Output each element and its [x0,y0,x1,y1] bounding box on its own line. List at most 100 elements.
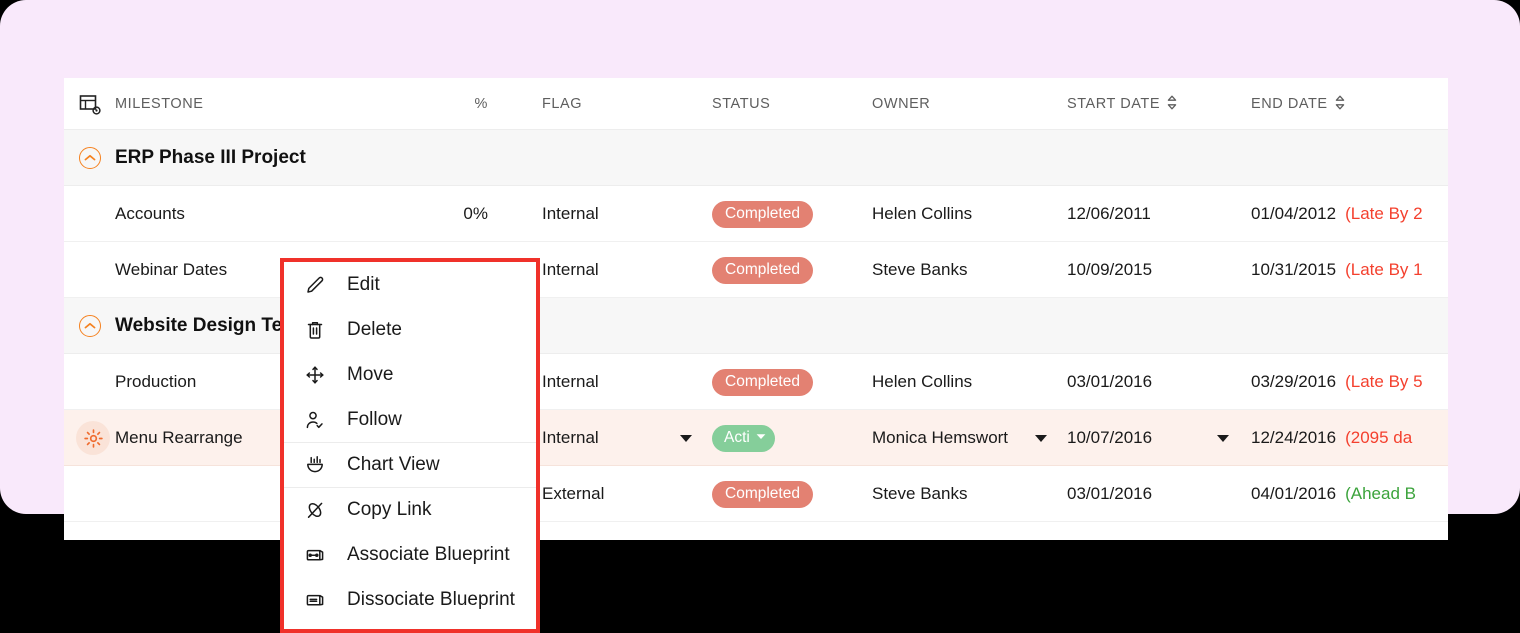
end-date-value: 12/24/2016 [1251,428,1337,447]
context-menu-item-label: Chart View [347,454,440,475]
table-row[interactable]: Accounts 0% Internal Completed Helen Collins… [64,186,1448,242]
end-date-note: (2095 da [1345,428,1413,447]
chevron-up-circle-icon[interactable] [79,315,101,337]
owner-dropdown-caret-icon[interactable] [1035,410,1047,466]
table-row[interactable]: Webinar Dates Internal Completed Steve Bank… [64,242,1448,298]
context-menu-item-label: Copy Link [347,499,432,520]
cell-start-date: 12/06/2011 [1067,204,1151,223]
column-header-label: % [474,96,488,112]
cell-owner: Helen Collins [872,372,973,391]
table-group-row[interactable]: Website Design Te [64,298,1448,354]
status-badge-label: Completed [725,485,800,502]
cell-start-date: 03/01/2016 [1067,484,1153,503]
cell-status: Completed [712,186,862,242]
table-row[interactable]: External Completed Steve Banks 03/01/2016 04… [64,466,1448,522]
status-badge[interactable]: Acti [712,424,775,452]
milestones-table: MILESTONE% FLAG STATUS OWNER START DATE END D… [64,78,1448,540]
status-badge: Completed [712,256,813,284]
cell-status: Acti [712,410,862,466]
context-menu-item-label: Edit [347,273,380,295]
context-menu-item-label: Move [347,363,394,385]
context-menu-item-label: Delete [347,318,402,340]
context-menu-item-chart-view[interactable]: Chart View [284,442,536,487]
cell-end-date: 03/29/2016 (Late By 5 [1251,354,1448,410]
end-date-note: (Late By 5 [1345,372,1423,391]
column-header-label: STATUS [712,96,771,112]
status-badge: Completed [712,368,813,396]
cell-end-date: 10/31/2015 (Late By 1 [1251,242,1448,298]
context-menu-item-label: Dissociate Blueprint [347,588,515,610]
cell-owner: Helen Collins [872,204,973,223]
table-row[interactable]: Menu Rearrange Internal Acti Monica Hemswor… [64,410,1448,466]
cell-status: Completed [712,466,862,522]
status-badge-label: Completed [725,261,800,278]
end-date-value: 03/29/2016 [1251,372,1337,391]
column-header-label: MILESTONE [115,96,204,112]
blueprint-icon [302,544,328,566]
column-header-owner: OWNER [872,78,1052,130]
column-header-status: STATUS [712,78,862,130]
column-header-flag: FLAG [542,78,692,130]
person-check-icon [302,409,328,431]
context-menu-item-follow[interactable]: Follow [284,397,536,442]
screenshot-stage: MILESTONE% FLAG STATUS OWNER START DATE END D… [0,0,1520,633]
cell-flag: Internal [542,372,599,391]
end-date-value: 01/04/2012 [1251,204,1337,223]
column-header-end_date[interactable]: END DATE [1251,78,1448,130]
cell-status: Completed [712,242,862,298]
context-menu-item-associate-blueprint[interactable]: Associate Blueprint [284,532,536,577]
end-date-note: (Ahead B [1345,484,1416,503]
end-date-value: 04/01/2016 [1251,484,1337,503]
cell-owner: Monica Hemswort [872,428,1009,447]
column-header-label: OWNER [872,96,931,112]
trash-icon [302,319,328,341]
context-menu[interactable]: Edit Delete Move Follow Chart View Copy Link A… [280,258,540,633]
column-header-label: END DATE [1251,96,1328,112]
context-menu-item-delete[interactable]: Delete [284,307,536,352]
blueprint-off-icon [302,589,328,611]
column-header-start_date[interactable]: START DATE [1067,78,1237,130]
status-dropdown-caret-icon[interactable] [756,433,766,443]
cell-percent: 0% [463,204,488,223]
table-body: ERP Phase III Project Accounts 0% Internal C… [64,130,1448,522]
move-arrows-icon [302,364,328,386]
column-header-label: FLAG [542,96,583,112]
flag-dropdown-caret-icon[interactable] [680,410,692,466]
chevron-up-circle-icon[interactable] [79,147,101,169]
context-menu-item-copy-link[interactable]: Copy Link [284,487,536,532]
cell-flag: Internal [542,260,599,279]
pencil-icon [302,274,328,296]
cell-start-date: 10/09/2015 [1067,260,1153,279]
grid-settings-icon[interactable] [79,94,101,116]
cell-end-date: 01/04/2012 (Late By 2 [1251,186,1448,242]
status-badge-label: Acti [724,429,750,446]
cell-flag: External [542,484,605,503]
cell-start-date: 10/07/2016 [1067,428,1153,447]
sort-toggle-icon[interactable] [1166,94,1178,115]
context-menu-item-dissociate-blueprint[interactable]: Dissociate Blueprint [284,577,536,622]
context-menu-item-edit[interactable]: Edit [284,262,536,307]
cell-flag: Internal [542,204,599,223]
link-icon [302,499,328,521]
status-badge-label: Completed [725,373,800,390]
table-group-row[interactable]: ERP Phase III Project [64,130,1448,186]
table-header-row: MILESTONE% FLAG STATUS OWNER START DATE END D… [64,78,1448,130]
end-date-value: 10/31/2015 [1251,260,1337,279]
status-badge: Completed [712,200,813,228]
cell-end-date: 12/24/2016 (2095 da [1251,410,1448,466]
start-date-dropdown-caret-icon[interactable] [1217,410,1229,466]
cell-owner: Steve Banks [872,484,968,503]
column-header-label: START DATE [1067,96,1161,112]
sort-toggle-icon[interactable] [1334,94,1346,115]
group-title: ERP Phase III Project [115,147,306,168]
end-date-note: (Late By 2 [1345,204,1423,223]
table-row[interactable]: Production Internal Completed Helen Collins… [64,354,1448,410]
context-menu-item-move[interactable]: Move [284,352,536,397]
cell-status: Completed [712,354,862,410]
end-date-note: (Late By 1 [1345,260,1423,279]
cell-start-date: 03/01/2016 [1067,372,1153,391]
gear-icon[interactable] [76,421,110,455]
context-menu-item-label: Associate Blueprint [347,543,510,565]
chart-view-icon [302,454,328,476]
status-badge-label: Completed [725,205,800,222]
